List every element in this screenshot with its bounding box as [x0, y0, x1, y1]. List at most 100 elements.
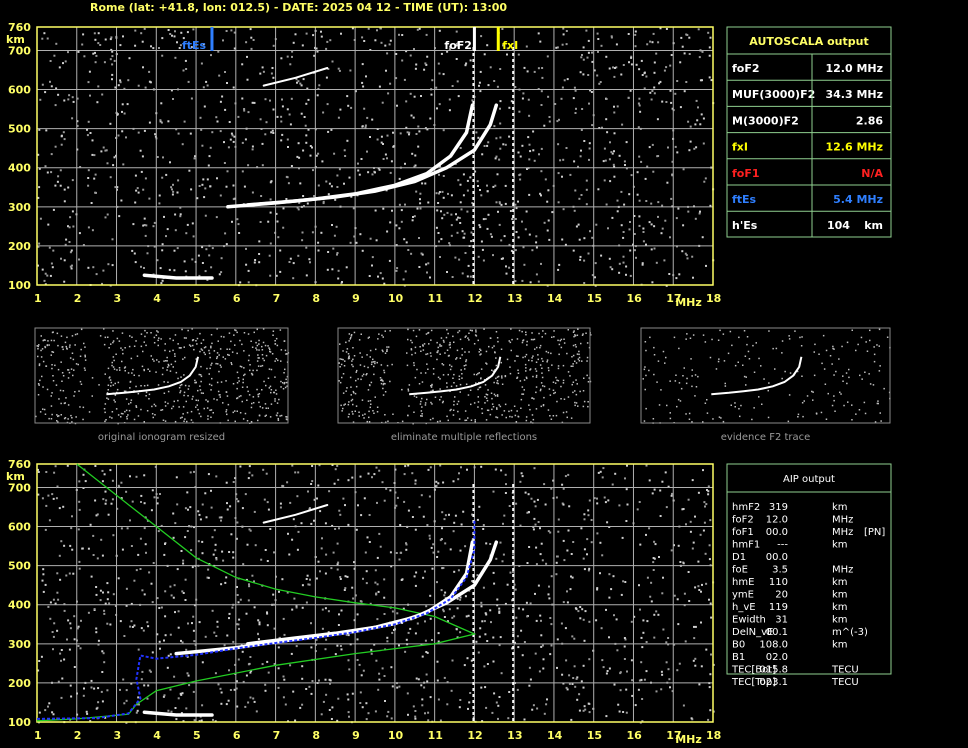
noise-dot [255, 347, 257, 349]
noise-dot [119, 369, 121, 371]
noise-dot [517, 53, 520, 56]
noise-dot [417, 145, 420, 148]
noise-dot [443, 676, 446, 679]
noise-dot [634, 30, 637, 33]
noise-dot [481, 153, 484, 156]
noise-dot [61, 677, 64, 680]
noise-dot [160, 409, 162, 411]
noise-dot [498, 644, 501, 647]
noise-dot [540, 147, 543, 150]
x-tick-label: 7 [273, 729, 281, 742]
noise-dot [605, 55, 608, 58]
noise-dot [216, 120, 219, 123]
noise-dot [257, 395, 260, 398]
noise-dot [337, 269, 340, 272]
noise-dot [706, 399, 708, 401]
noise-dot [424, 620, 426, 623]
noise-dot [155, 334, 158, 336]
noise-dot [191, 258, 194, 261]
noise-dot [670, 54, 673, 56]
noise-dot [338, 69, 341, 72]
noise-dot [745, 376, 747, 378]
noise-dot [464, 351, 466, 353]
noise-dot [251, 191, 254, 194]
noise-dot [258, 240, 261, 243]
noise-dot [432, 373, 435, 375]
noise-dot [565, 686, 568, 689]
noise-dot [169, 33, 172, 35]
noise-dot [485, 613, 488, 616]
noise-dot [309, 578, 311, 581]
noise-dot [368, 275, 371, 277]
noise-dot [497, 717, 499, 720]
noise-dot [374, 171, 376, 174]
noise-dot [324, 522, 327, 525]
noise-dot [452, 530, 455, 533]
noise-dot [310, 646, 313, 649]
noise-dot [173, 675, 176, 678]
noise-dot [88, 70, 91, 73]
noise-dot [236, 705, 239, 708]
noise-dot [775, 347, 778, 350]
noise-dot [560, 398, 562, 400]
noise-dot [492, 185, 495, 188]
noise-dot [164, 401, 167, 403]
noise-dot [152, 225, 155, 228]
noise-dot [370, 652, 373, 655]
noise-dot [481, 408, 483, 410]
noise-dot [581, 108, 584, 110]
noise-dot [137, 131, 140, 134]
noise-dot [121, 548, 124, 551]
noise-dot [448, 608, 451, 611]
noise-dot [174, 522, 177, 525]
noise-dot [461, 272, 464, 275]
noise-dot [352, 207, 355, 210]
noise-dot [477, 651, 480, 654]
noise-dot [415, 677, 418, 680]
noise-dot [134, 201, 137, 204]
noise-dot [268, 254, 271, 257]
noise-dot [525, 367, 527, 369]
noise-dot [177, 626, 180, 629]
noise-dot [251, 145, 254, 148]
noise-dot [376, 406, 379, 408]
thumbnails: original ionogram resized eliminate multi… [34, 327, 891, 443]
noise-dot [697, 28, 700, 31]
noise-dot [481, 248, 484, 251]
noise-dot [427, 201, 430, 204]
noise-dot [523, 641, 526, 643]
noise-dot [351, 398, 354, 401]
noise-dot [512, 95, 515, 98]
noise-dot [531, 414, 534, 416]
noise-dot [97, 85, 100, 88]
noise-dot [465, 360, 467, 363]
noise-dot [510, 349, 512, 352]
noise-dot [459, 183, 462, 186]
noise-dot [232, 383, 235, 385]
noise-dot [265, 472, 268, 475]
noise-dot [833, 395, 835, 397]
noise-dot [427, 719, 430, 722]
noise-dot [512, 628, 515, 631]
noise-dot [450, 213, 453, 216]
noise-dot [449, 368, 452, 371]
noise-dot [533, 398, 535, 400]
noise-dot [128, 409, 131, 412]
noise-dot [605, 118, 608, 121]
noise-dot [472, 275, 475, 278]
noise-dot [280, 349, 283, 351]
noise-dot [537, 584, 540, 587]
noise-dot [437, 550, 440, 553]
noise-dot [426, 271, 428, 274]
noise-dot [801, 402, 804, 404]
noise-dot [427, 468, 430, 471]
noise-dot [188, 684, 191, 687]
noise-dot [521, 144, 524, 147]
noise-dot [71, 179, 74, 182]
noise-dot [439, 464, 442, 467]
noise-dot [111, 498, 114, 501]
noise-dot [184, 418, 186, 420]
noise-dot [182, 358, 184, 360]
noise-dot [87, 611, 90, 614]
noise-dot [625, 141, 628, 144]
